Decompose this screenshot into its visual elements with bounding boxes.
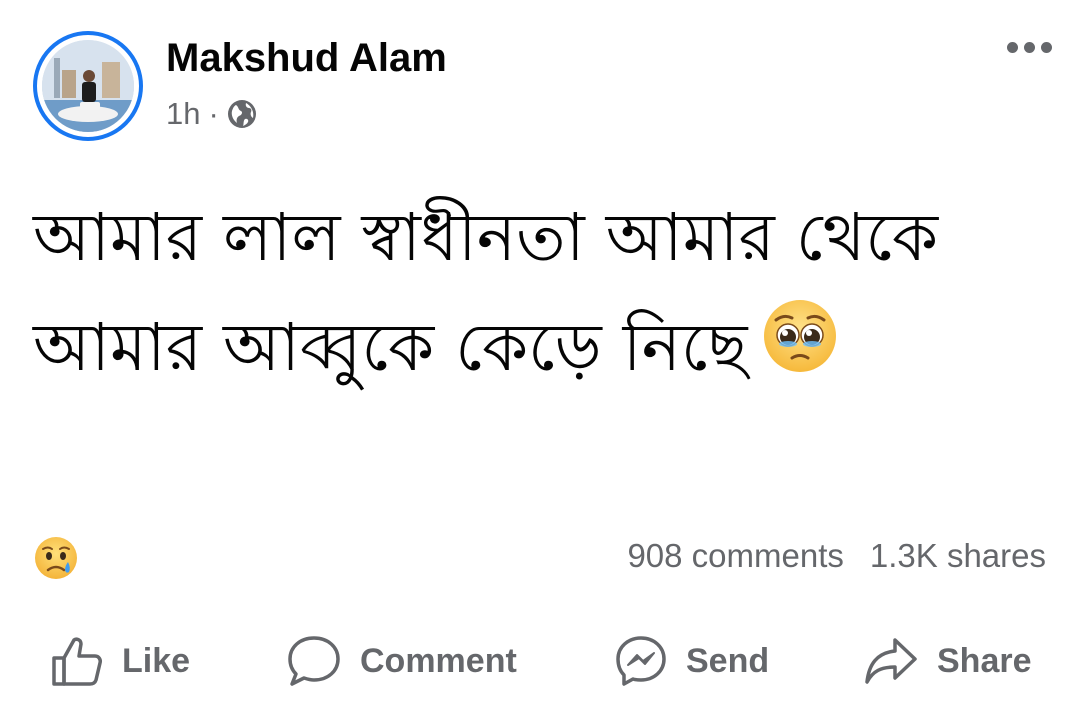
comments-count[interactable]: 908 comments <box>627 537 843 575</box>
author-avatar[interactable] <box>33 31 143 141</box>
post-meta: 1h · <box>166 96 257 132</box>
post-text: আমার লাল স্বাধীনতা আমার থেকে আমার আব্বুক… <box>33 183 1043 407</box>
like-button[interactable]: Like <box>50 634 190 688</box>
more-options-button[interactable] <box>1007 42 1052 53</box>
comment-button[interactable]: Comment <box>286 634 517 688</box>
share-label: Share <box>937 641 1032 680</box>
messenger-icon <box>616 636 666 686</box>
meta-separator: · <box>208 96 219 131</box>
share-button[interactable]: Share <box>863 634 1032 688</box>
avatar-image <box>42 40 134 132</box>
globe-icon[interactable] <box>227 99 257 129</box>
pleading-face-icon <box>762 297 838 407</box>
shares-count[interactable]: 1.3K shares <box>870 537 1046 575</box>
thumbs-up-icon <box>52 637 102 686</box>
more-dot-icon <box>1024 42 1035 53</box>
send-button[interactable]: Send <box>614 634 769 688</box>
avatar-photo <box>42 40 134 132</box>
sad-face-icon <box>35 537 77 579</box>
reaction-summary[interactable] <box>33 535 79 586</box>
author-name[interactable]: Makshud Alam <box>166 36 447 81</box>
action-bar: Like Comment Send Share <box>0 626 1080 696</box>
send-label: Send <box>686 641 770 680</box>
more-dot-icon <box>1007 42 1018 53</box>
share-arrow-icon <box>865 638 917 684</box>
comment-icon <box>288 636 340 686</box>
more-dot-icon <box>1041 42 1052 53</box>
comment-label: Comment <box>360 641 517 680</box>
like-label: Like <box>122 641 191 680</box>
post-stats: 908 comments 1.3K shares <box>627 537 1046 575</box>
post-time[interactable]: 1h <box>166 96 200 132</box>
